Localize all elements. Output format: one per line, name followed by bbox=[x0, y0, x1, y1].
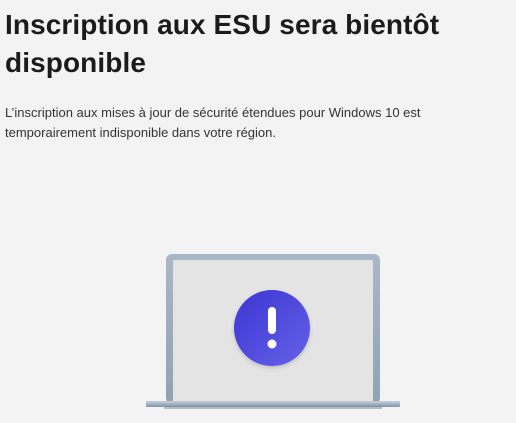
page-description: L’inscription aux mises à jour de sécuri… bbox=[5, 105, 421, 140]
laptop-base-shadow bbox=[164, 406, 382, 409]
laptop-illustration bbox=[144, 252, 402, 418]
esu-unavailable-page: Inscription aux ESU sera bientôt disponi… bbox=[0, 0, 516, 418]
page-title: Inscription aux ESU sera bientôt disponi… bbox=[5, 9, 440, 78]
exclamation-icon bbox=[267, 307, 277, 349]
laptop-with-exclamation-icon bbox=[146, 254, 400, 409]
